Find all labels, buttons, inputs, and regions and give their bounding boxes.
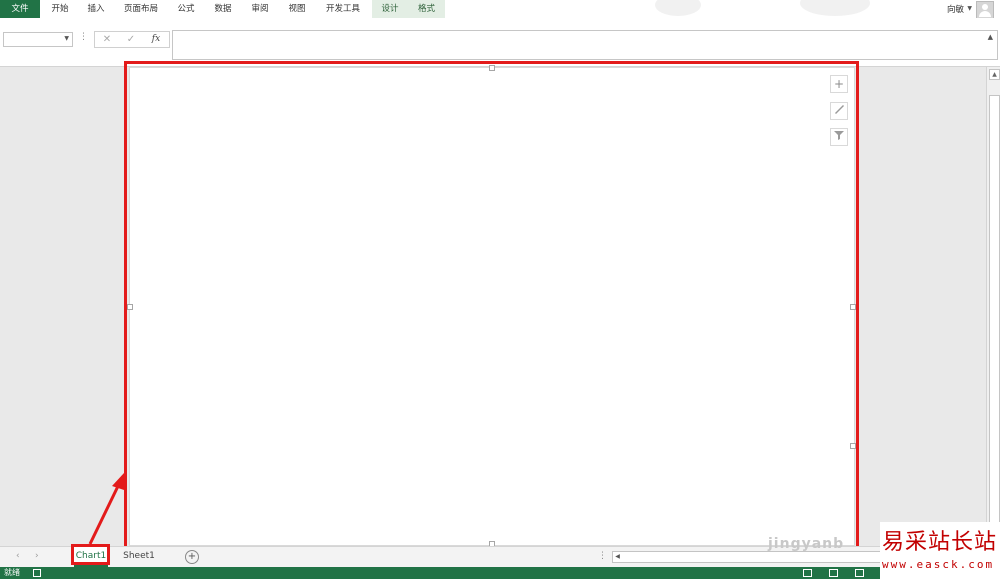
resize-handle[interactable]: [850, 443, 856, 449]
ribbon-decoration: [655, 0, 701, 16]
tab-view[interactable]: 视图: [281, 0, 313, 18]
resize-handle[interactable]: [850, 304, 856, 310]
sheet-tab-chart1[interactable]: Chart1: [74, 547, 108, 567]
chart-area[interactable]: +: [127, 65, 856, 547]
add-sheet-button[interactable]: +: [185, 550, 199, 564]
formula-buttons: ✕ ✓ fx: [94, 31, 170, 48]
tab-home[interactable]: 开始: [44, 0, 76, 18]
name-box[interactable]: ▼: [3, 32, 73, 47]
tab-formulas[interactable]: 公式: [170, 0, 202, 18]
filter-icon: [834, 131, 844, 140]
tab-file[interactable]: 文件: [0, 0, 40, 18]
chart-filters-button[interactable]: [830, 128, 848, 146]
enter-button[interactable]: ✓: [121, 32, 141, 47]
chevron-down-icon[interactable]: ▼: [64, 35, 69, 42]
sheet-prev-button[interactable]: ‹: [16, 551, 20, 561]
status-ready: 就绪: [4, 568, 20, 577]
cancel-button[interactable]: ✕: [97, 32, 117, 47]
vertical-scrollbar[interactable]: ▲: [986, 67, 1000, 546]
tab-chart-format[interactable]: 格式: [408, 0, 445, 18]
scroll-left-icon[interactable]: ◀: [613, 552, 622, 562]
sheet-next-button[interactable]: ›: [35, 551, 39, 561]
ribbon-tab-bar: 文件 开始 插入 页面布局 公式 数据 审阅 视图 开发工具 设计 格式 向敏 …: [0, 0, 1000, 19]
page-break-view-icon[interactable]: [855, 569, 864, 577]
avatar-body: [979, 11, 991, 17]
macro-record-icon[interactable]: [33, 569, 41, 577]
tab-insert[interactable]: 插入: [80, 0, 112, 18]
resize-handle[interactable]: [127, 304, 133, 310]
scrollbar-thumb[interactable]: [989, 95, 1000, 527]
avatar[interactable]: [976, 1, 994, 19]
chevron-down-icon[interactable]: ▼: [967, 5, 972, 12]
avatar-head: [982, 4, 988, 10]
sheet-tab-sheet1[interactable]: Sheet1: [120, 547, 158, 565]
user-name[interactable]: 向敏: [947, 3, 964, 15]
site-watermark: 易采站长站 www.easck.com: [880, 522, 1000, 579]
chart-elements-button[interactable]: +: [830, 75, 848, 93]
sheet-tab-strip: ‹ › Chart1 Sheet1 + ⋮ ◀: [0, 546, 1000, 568]
collapse-formula-bar-icon[interactable]: ▲: [988, 33, 993, 41]
formula-bar: ▼ ⋮ ✕ ✓ fx ▲: [0, 18, 1000, 67]
insert-function-button[interactable]: fx: [146, 32, 166, 47]
horizontal-scrollbar[interactable]: ◀: [612, 551, 882, 563]
partial-watermark: jingyanb: [768, 536, 845, 552]
tab-page-layout[interactable]: 页面布局: [118, 0, 164, 18]
brush-icon: [835, 105, 844, 114]
grip-icon[interactable]: ⋮: [79, 32, 88, 42]
tab-developer[interactable]: 开发工具: [318, 0, 368, 18]
tab-review[interactable]: 审阅: [244, 0, 276, 18]
watermark-url: www.easck.com: [882, 558, 995, 571]
resize-handle[interactable]: [489, 65, 495, 71]
page-layout-view-icon[interactable]: [829, 569, 838, 577]
ribbon-decoration: [800, 0, 870, 16]
splitter-handle[interactable]: ⋮: [598, 551, 607, 561]
normal-view-icon[interactable]: [803, 569, 812, 577]
tab-chart-design[interactable]: 设计: [372, 0, 408, 18]
formula-input[interactable]: ▲: [172, 30, 998, 60]
tab-data[interactable]: 数据: [207, 0, 239, 18]
scroll-up-icon[interactable]: ▲: [989, 69, 1000, 80]
chart-styles-button[interactable]: [830, 102, 848, 120]
watermark-name: 易采站长站: [882, 530, 998, 555]
status-bar: 就绪: [0, 567, 1000, 579]
